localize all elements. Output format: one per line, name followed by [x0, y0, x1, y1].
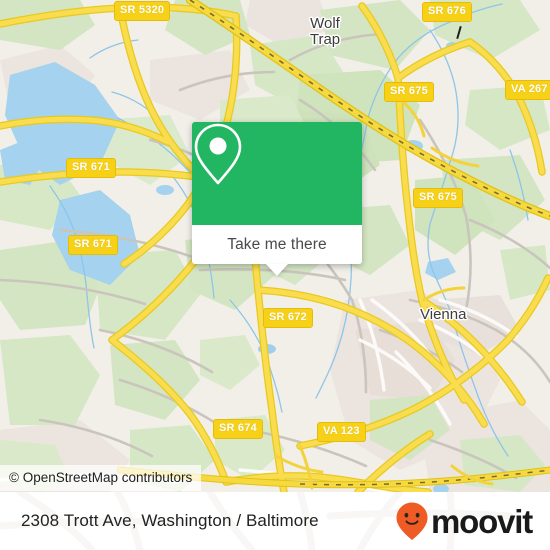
road-shield-sr-672[interactable]: SR 672 — [263, 308, 313, 328]
road-shield-va-123[interactable]: VA 123 — [317, 422, 366, 442]
shield-label: SR 671 — [72, 161, 110, 173]
map-pin-icon — [194, 123, 242, 185]
destination-callout[interactable]: Take me there — [192, 122, 362, 276]
road-shield-sr-675-b[interactable]: SR 675 — [413, 188, 463, 208]
road-shield-va-267[interactable]: VA 267 — [505, 80, 550, 100]
shield-label: SR 672 — [269, 311, 307, 323]
shield-label: SR 671 — [74, 238, 112, 250]
callout-footer[interactable]: Take me there — [192, 225, 362, 276]
road-shield-sr-676[interactable]: SR 676 — [422, 2, 472, 22]
shield-label: SR 676 — [428, 5, 466, 17]
road-shield-sr-5320[interactable]: SR 5320 — [114, 1, 171, 21]
osm-attribution-text: © OpenStreetMap contributors — [9, 470, 193, 485]
osm-attribution[interactable]: © OpenStreetMap contributors — [0, 465, 202, 491]
moovit-smiley-pin-icon — [396, 502, 428, 540]
shield-label: VA 123 — [323, 425, 360, 437]
take-me-there-label: Take me there — [227, 235, 327, 253]
address-label: 2308 Trott Ave, Washington / Baltimore — [21, 511, 319, 530]
road-shield-sr-671-a[interactable]: SR 671 — [66, 158, 116, 178]
road-shield-sr-671-b[interactable]: SR 671 — [68, 235, 118, 255]
shield-label: SR 674 — [219, 422, 257, 434]
shield-label: SR 675 — [390, 85, 428, 97]
moovit-map-screenshot: Wolf Trap Vienna SR 5320 SR 676 VA 267 S… — [0, 0, 550, 550]
shield-label: SR 675 — [419, 191, 457, 203]
moovit-brand[interactable]: moovit — [395, 501, 533, 541]
road-shield-sr-675-a[interactable]: SR 675 — [384, 82, 434, 102]
place-label-vienna: Vienna — [420, 307, 490, 323]
shield-label: SR 5320 — [120, 4, 165, 16]
callout-tail — [266, 264, 288, 276]
map-canvas[interactable]: Wolf Trap Vienna SR 5320 SR 676 VA 267 S… — [0, 0, 550, 492]
place-label-wolf-trap: Wolf Trap — [295, 16, 355, 48]
place-label-text: Vienna — [420, 306, 467, 323]
place-label-text: Wolf Trap — [309, 15, 341, 48]
footer-bar: 2308 Trott Ave, Washington / Baltimore m… — [0, 492, 550, 550]
road-shield-sr-674[interactable]: SR 674 — [213, 419, 263, 439]
callout-header — [192, 122, 362, 225]
shield-label: VA 267 — [511, 83, 548, 95]
moovit-wordmark: moovit — [431, 502, 533, 540]
